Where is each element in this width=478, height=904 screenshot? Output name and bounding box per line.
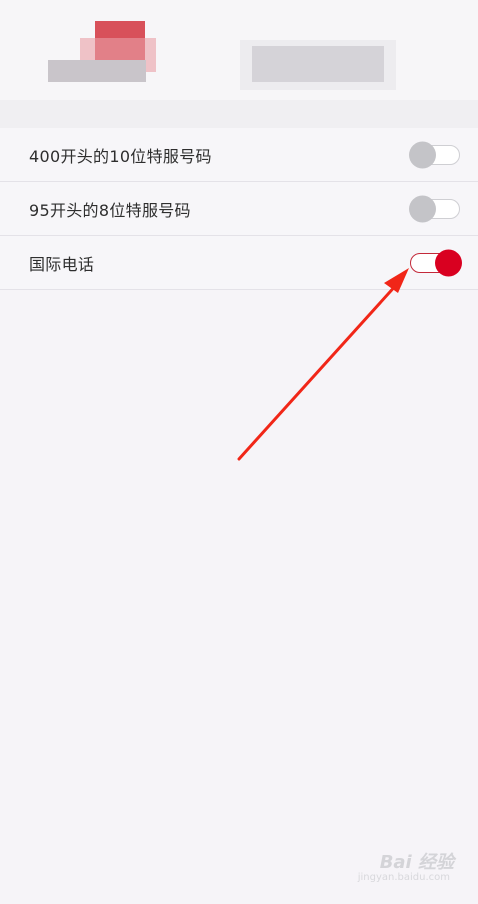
setting-label: 400开头的10位特服号码 [29, 146, 212, 166]
toggle-knob [409, 141, 436, 168]
toggle-switch-95[interactable] [409, 195, 460, 222]
setting-label: 国际电话 [29, 254, 95, 274]
toggle-knob [409, 195, 436, 222]
setting-row-international[interactable]: 国际电话 [0, 236, 478, 290]
blurred-title-shade [240, 40, 396, 90]
toggle-knob [435, 249, 462, 276]
blurred-logo-text [48, 60, 146, 82]
blurred-header [0, 0, 478, 133]
toggle-switch-400[interactable] [409, 141, 460, 168]
watermark-logo-text: Bai 经验 [379, 852, 454, 873]
toggle-switch-international[interactable] [410, 249, 462, 276]
setting-row-95[interactable]: 95开头的8位特服号码 [0, 182, 478, 236]
settings-list: 400开头的10位特服号码 95开头的8位特服号码 国际电话 [0, 128, 478, 290]
screen: 400开头的10位特服号码 95开头的8位特服号码 国际电话 Bai 经验 ji… [0, 0, 478, 904]
watermark-url: jingyan.baidu.com [357, 872, 450, 883]
arrow-shaft [237, 281, 400, 461]
setting-row-400[interactable]: 400开头的10位特服号码 [0, 128, 478, 182]
setting-label: 95开头的8位特服号码 [29, 200, 191, 220]
watermark: Bai 经验 jingyan.baidu.com [344, 848, 454, 890]
